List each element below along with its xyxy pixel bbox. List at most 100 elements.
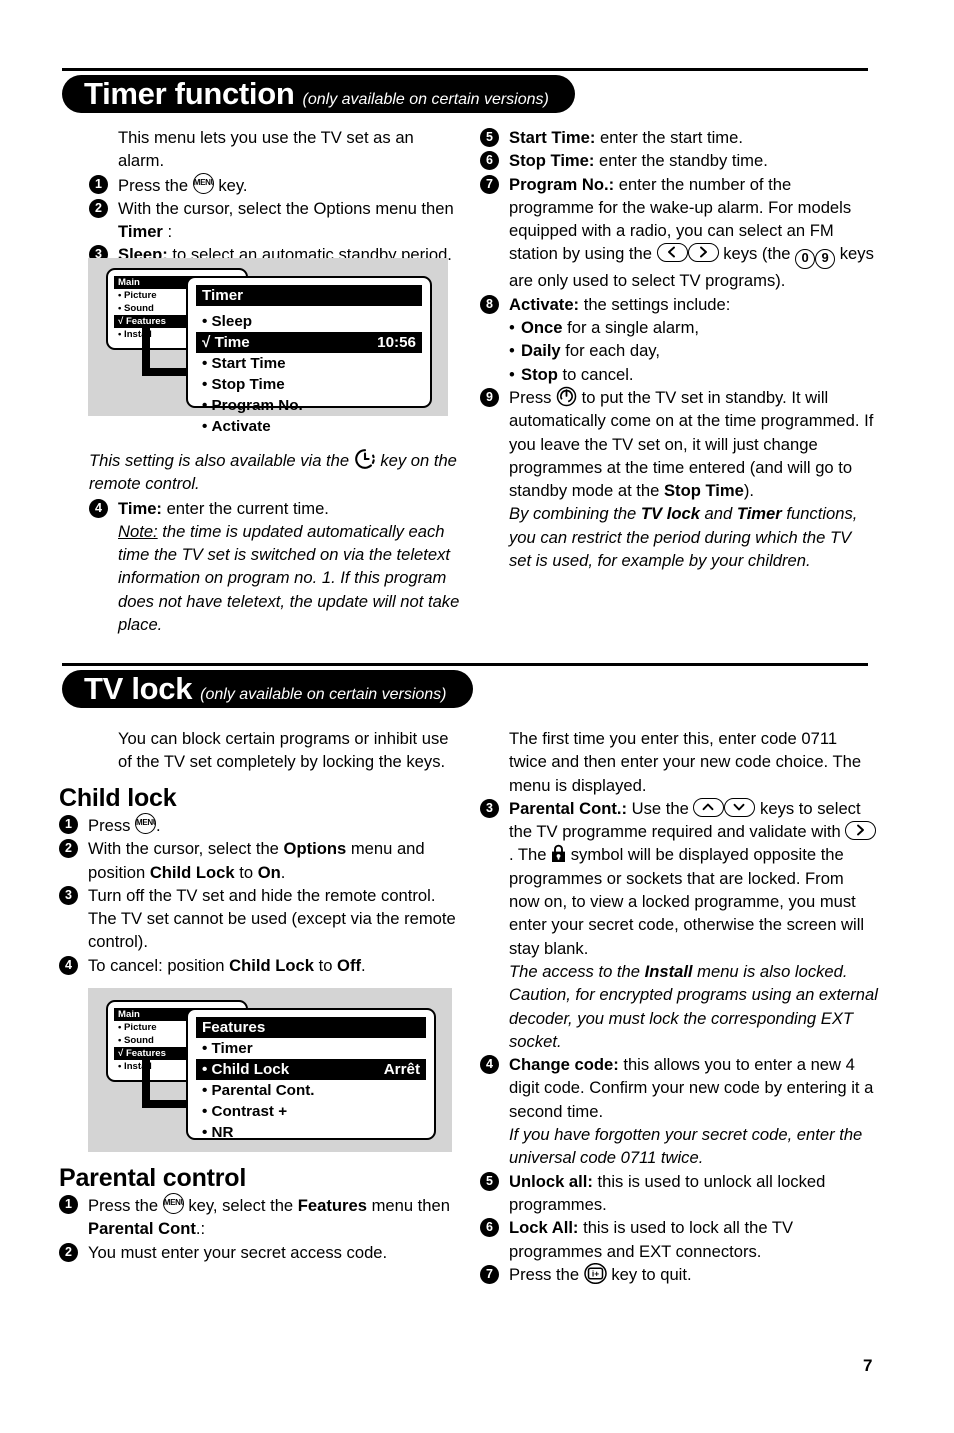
- step-number: 6: [480, 151, 499, 171]
- step-number: 4: [89, 498, 108, 518]
- banner-top-rule: [62, 68, 868, 71]
- activate-option-once: • Once for a single alarm,: [480, 316, 874, 339]
- step-number: 3: [480, 798, 499, 818]
- timer-step-9: 9 Press to put the TV set in standby. It…: [480, 386, 874, 572]
- tvlock-right-intro: The first time you enter this, enter cod…: [509, 729, 862, 795]
- step-number: 9: [480, 387, 499, 407]
- step-number: 1: [59, 815, 78, 834]
- step-text: the settings include:: [579, 294, 731, 314]
- cursor-up-key-icon: [693, 797, 725, 817]
- option-text: to cancel.: [557, 364, 634, 384]
- bullet-dot: •: [509, 341, 515, 361]
- note-bold-timer: Timer: [736, 504, 782, 524]
- cursor-right-key-icon: [687, 243, 719, 263]
- step-label-unlock-all: Unlock all:: [509, 1171, 593, 1191]
- step-text-after: key.: [213, 175, 248, 195]
- bold-child-lock: Child Lock: [149, 862, 235, 882]
- step-number: 2: [89, 198, 108, 218]
- option-label: Once: [521, 318, 563, 338]
- menu-key-icon: MENU: [192, 172, 214, 194]
- child-lock-heading: Child lock: [59, 784, 177, 812]
- timer-banner: Timer function (only available on certai…: [62, 75, 575, 113]
- option-text: for a single alarm,: [562, 318, 700, 338]
- bullet-dot: •: [509, 318, 515, 338]
- step-label-lock-all: Lock All:: [509, 1218, 579, 1238]
- padlock-icon: [551, 844, 566, 863]
- child-lock-step-2: 2 With the cursor, select the Options me…: [59, 837, 461, 884]
- timer-menu-panel: Timer • Sleep √ Time 10:56 • Start Time •…: [186, 276, 432, 435]
- timer-step-1: 1 Press the MENU key.: [89, 172, 459, 197]
- parental-control-step-2: 2 You must enter your secret access code…: [59, 1241, 461, 1264]
- timer-step-9-note: By combining the TV lock and Timer funct…: [509, 504, 858, 571]
- timer-step-8: 8 Activate: the settings include:: [480, 293, 874, 316]
- cursor-down-key-icon: [724, 797, 756, 817]
- tvlock-step-5: 5 Unlock all: this is used to unlock all…: [480, 1170, 878, 1217]
- tvlock-step-7: 7 Press the i+ key to quit.: [480, 1262, 878, 1286]
- bold-options: Options: [283, 839, 347, 859]
- step-number: 4: [59, 955, 78, 975]
- timer-menu-item-sleep: • Sleep: [202, 313, 253, 330]
- cursor-left-key-icon: [656, 243, 688, 263]
- tvlock-step-4-note: If you have forgotten your secret code, …: [509, 1125, 863, 1168]
- features-menu-item-timer: • Timer: [202, 1040, 253, 1057]
- option-text: for each day,: [560, 341, 660, 361]
- step-label-program-no: Program No.:: [509, 174, 615, 194]
- features-menu-panel: Features • Timer • Child Lock Arrêt • Par…: [186, 1008, 436, 1141]
- timer-menu-item-start-time: • Start Time: [202, 355, 286, 372]
- timer-right-column: 5 Start Time: enter the start time. 6 St…: [480, 126, 874, 572]
- timer-left-column-lower: This setting is also available via the k…: [89, 448, 461, 636]
- timer-step-6: 6 Stop Time: enter the standby time.: [480, 149, 874, 172]
- child-lock-block: Child lock 1 Press MENU. 2 With the curs…: [59, 783, 461, 977]
- step-text: You must enter your secret access code.: [88, 1242, 388, 1262]
- digit-0-key-icon: 0: [795, 249, 816, 270]
- timer-step-4: 4 Time: enter the current time. Note: th…: [89, 497, 461, 637]
- bold-parental-cont: Parental Cont: [88, 1219, 196, 1239]
- tvlock-section-subtitle: (only available on certain versions): [200, 686, 447, 703]
- timer-menu-title: Timer: [196, 285, 422, 306]
- step-number: 8: [480, 294, 499, 314]
- features-menu-item-nr: • NR: [202, 1124, 234, 1141]
- quit-key-icon: i+: [583, 1262, 607, 1284]
- step-number: 7: [480, 1264, 499, 1284]
- step-text: enter the start time.: [595, 128, 743, 147]
- timer-step-7: 7 Program No.: enter the number of the p…: [480, 173, 874, 293]
- features-menu-item-child-lock: • Child Lock Arrêt: [196, 1059, 426, 1080]
- cursor-right-key-icon: [845, 821, 877, 841]
- child-lock-step-1: 1 Press MENU.: [59, 813, 461, 837]
- step-bold-timer: Timer: [118, 222, 163, 242]
- bold-on: On: [257, 862, 281, 882]
- step-label-parental-cont: Parental Cont.:: [509, 798, 628, 818]
- features-menu-item-parental-cont: • Parental Cont.: [202, 1082, 315, 1099]
- timer-menu-figure: Main • Picture • Sound √ Features • Inst…: [88, 258, 448, 435]
- bold-features: Features: [297, 1196, 367, 1215]
- step-number: 2: [59, 1242, 78, 1262]
- option-label: Daily: [521, 341, 561, 361]
- step-number: 2: [59, 839, 78, 859]
- tvlock-step-3-note: The access to the Install menu is also l…: [509, 961, 878, 1051]
- document-page: Timer function (only available on certai…: [0, 0, 954, 1433]
- step-text: enter the standby time.: [594, 151, 768, 171]
- timer-section-title: Timer function: [84, 76, 295, 111]
- tvlock-section-title: TV lock: [84, 671, 193, 706]
- step-number: 1: [59, 1195, 78, 1214]
- step-label-activate: Activate:: [509, 294, 580, 314]
- timer-remote-note: This setting is also available via the k…: [89, 448, 461, 496]
- step-text: enter the current time.: [161, 498, 329, 518]
- parental-control-step-1: 1 Press the MENU key, select the Feature…: [59, 1193, 461, 1241]
- features-menu-title: Features: [196, 1017, 426, 1038]
- tvlock-banner: TV lock (only available on certain versi…: [62, 670, 473, 708]
- timer-menu-item-program-no: • Program No.: [202, 397, 303, 414]
- step-line-1: With the cursor, select the Options menu…: [118, 198, 454, 218]
- timer-step-4-note: Note: the time is updated automatically …: [118, 520, 461, 636]
- tvlock-intro: You can block certain programs or inhibi…: [118, 729, 449, 772]
- step-text-before: Press: [509, 387, 557, 407]
- tvlock-right-column: The first time you enter this, enter cod…: [480, 727, 878, 1286]
- timer-intro: This menu lets you use the TV set as an …: [118, 128, 414, 171]
- step-line-2-after: :: [162, 222, 173, 242]
- step-label-stop-time: Stop Time:: [509, 151, 595, 171]
- digit-9-key-icon: 9: [815, 249, 836, 270]
- menu-key-icon: MENU: [135, 813, 157, 834]
- child-lock-step-4: 4 To cancel: position Child Lock to Off.: [59, 954, 461, 977]
- menu-key-icon: MENU: [162, 1193, 184, 1214]
- banner-top-rule: [62, 663, 868, 666]
